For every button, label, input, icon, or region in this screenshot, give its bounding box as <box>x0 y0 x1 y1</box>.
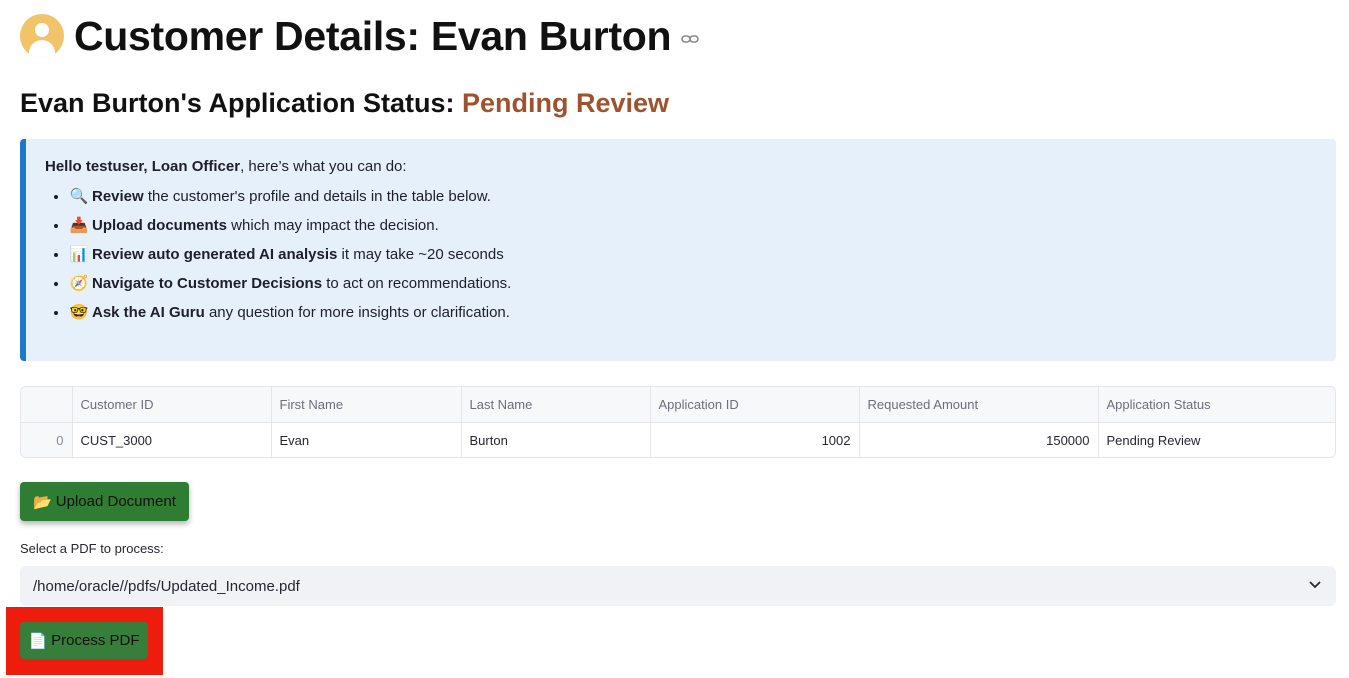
process-pdf-label: Process PDF <box>51 632 140 649</box>
cell-application-id[interactable]: 1002 <box>650 422 860 457</box>
status-heading-prefix: Evan Burton's Application Status: <box>20 88 455 118</box>
info-item-text: to act on recommendations. <box>322 275 512 292</box>
upload-document-button[interactable]: 📂 Upload Document <box>20 482 189 521</box>
info-item-bold: Ask the AI Guru <box>92 304 205 321</box>
magnifier-icon: 🔍 <box>69 187 89 205</box>
upload-document-label: Upload Document <box>55 493 176 510</box>
compass-icon: 🧭 <box>69 274 89 292</box>
info-box: Hello testuser, Loan Officer, here’s wha… <box>20 139 1336 361</box>
info-item-text: the customer's profile and details in th… <box>143 188 491 205</box>
info-item-analysis: 📊Review auto generated AI analysis it ma… <box>69 243 1336 266</box>
document-icon: 📄 <box>28 631 48 650</box>
column-header-application-id[interactable]: Application ID <box>650 387 860 423</box>
info-item-navigate: 🧭Navigate to Customer Decisions to act o… <box>69 272 1336 295</box>
user-avatar-icon <box>20 14 64 58</box>
column-header-index[interactable] <box>21 387 73 423</box>
info-item-text: which may impact the decision. <box>227 217 439 234</box>
info-list: 🔍Review the customer's profile and detai… <box>45 185 1336 324</box>
info-item-bold: Review <box>92 188 144 205</box>
info-item-ai-guru: 🤓Ask the AI Guru any question for more i… <box>69 301 1336 324</box>
pdf-select-value: /home/oracle//pdfs/Updated_Income.pdf <box>33 577 300 595</box>
pdf-select-label: Select a PDF to process: <box>20 541 164 556</box>
info-item-text: any question for more insights or clarif… <box>204 304 510 321</box>
table-row[interactable]: 0 CUST_3000 Evan Burton 1002 150000 Pend… <box>21 422 1335 458</box>
info-item-bold: Upload documents <box>92 217 228 234</box>
link-icon[interactable] <box>681 33 700 45</box>
nerd-face-icon: 🤓 <box>69 303 89 321</box>
folder-icon: 📂 <box>33 492 52 511</box>
chevron-down-icon[interactable] <box>1308 577 1322 591</box>
info-item-upload: 📥Upload documents which may impact the d… <box>69 214 1336 237</box>
cell-first-name[interactable]: Evan <box>271 422 462 457</box>
process-pdf-button[interactable]: 📄 Process PDF <box>20 622 148 659</box>
greeting-rest: , here’s what you can do: <box>240 158 407 175</box>
info-item-review: 🔍Review the customer's profile and detai… <box>69 185 1336 208</box>
info-item-bold: Navigate to Customer Decisions <box>92 275 323 292</box>
status-value: Pending Review <box>461 88 670 118</box>
page-header: Customer Details: Evan Burton <box>20 8 700 64</box>
info-item-bold: Review auto generated AI analysis <box>92 246 338 263</box>
bar-chart-icon: 📊 <box>69 245 89 263</box>
column-header-application-status[interactable]: Application Status <box>1098 387 1335 423</box>
cell-customer-id[interactable]: CUST_3000 <box>72 422 272 457</box>
table-header-row: Customer ID First Name Last Name Applica… <box>21 387 1335 423</box>
cell-last-name[interactable]: Burton <box>461 422 651 457</box>
cell-requested-amount[interactable]: 150000 <box>859 422 1099 457</box>
page-title: Customer Details: Evan Burton <box>74 12 672 59</box>
cell-index[interactable]: 0 <box>21 422 73 457</box>
customer-table[interactable]: Customer ID First Name Last Name Applica… <box>20 386 1336 458</box>
cell-application-status[interactable]: Pending Review <box>1098 423 1335 458</box>
inbox-tray-icon: 📥 <box>69 216 89 234</box>
info-greeting: Hello testuser, Loan Officer, here’s wha… <box>45 158 1336 175</box>
column-header-last-name[interactable]: Last Name <box>461 387 651 423</box>
column-header-customer-id[interactable]: Customer ID <box>72 387 272 423</box>
column-header-requested-amount[interactable]: Requested Amount <box>859 387 1099 423</box>
greeting-name: Hello testuser, Loan Officer <box>45 158 241 175</box>
column-header-first-name[interactable]: First Name <box>271 387 462 423</box>
info-item-text: it may take ~20 seconds <box>337 246 504 263</box>
pdf-select-dropdown[interactable]: /home/oracle//pdfs/Updated_Income.pdf <box>20 566 1336 606</box>
application-status-heading: Evan Burton's Application Status: Pendin… <box>20 88 669 119</box>
